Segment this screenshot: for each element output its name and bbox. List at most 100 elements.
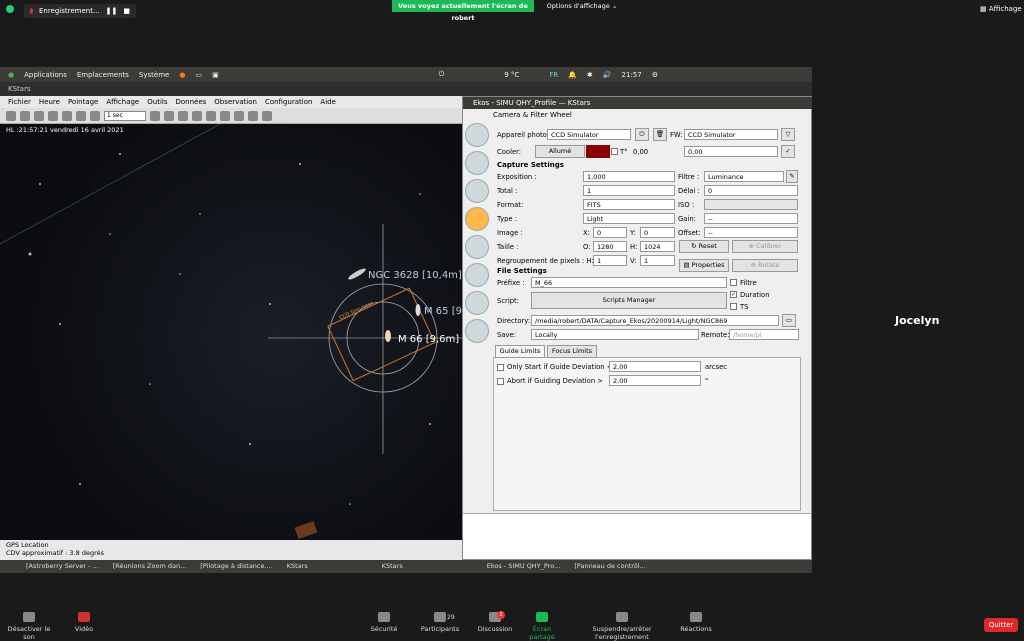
directory-input[interactable]: /media/robert/DATA/Capture_Ekos/20200914… xyxy=(531,315,779,326)
tools-icon[interactable] xyxy=(465,123,489,147)
tool-icon[interactable] xyxy=(234,110,244,121)
binning-v-input[interactable]: 1 xyxy=(640,255,675,266)
rewind-icon[interactable] xyxy=(62,110,72,121)
iso-select[interactable] xyxy=(704,199,798,210)
ts-checkbox[interactable] xyxy=(730,303,737,310)
offset-input[interactable]: -- xyxy=(704,227,798,238)
tool-icon[interactable] xyxy=(34,110,44,121)
camera-select[interactable]: CCD Simulator xyxy=(547,129,631,140)
menu-item[interactable]: Observation xyxy=(214,98,257,106)
remote-input[interactable]: /home/pi xyxy=(729,329,799,340)
menu-item[interactable]: Outils xyxy=(147,98,167,106)
align-icon[interactable] xyxy=(465,263,489,287)
taskbar-item[interactable]: [Astroberry Server - ... xyxy=(26,562,99,571)
tool-icon[interactable] xyxy=(220,110,230,121)
tab-guide-limits[interactable]: Guide Limits xyxy=(495,345,545,358)
lang-indicator[interactable]: FR xyxy=(549,71,558,79)
bell-icon[interactable]: 🔔 xyxy=(568,71,577,79)
mount-icon[interactable] xyxy=(465,179,489,203)
abort-guiding-checkbox[interactable] xyxy=(497,378,504,385)
forward-icon[interactable] xyxy=(90,110,100,121)
properties-button[interactable]: ▤ Properties xyxy=(679,259,729,272)
temp-checkbox[interactable] xyxy=(611,148,618,155)
stop-icon[interactable]: ■ xyxy=(123,7,130,15)
menu-applications[interactable]: Applications xyxy=(24,71,67,79)
files-icon[interactable]: ▭ xyxy=(195,71,202,79)
tool-icon[interactable] xyxy=(164,110,174,121)
taskbar-item[interactable]: [Panneau de contrôl... xyxy=(574,562,645,571)
menu-item[interactable]: Fichier xyxy=(8,98,31,106)
shield-icon[interactable] xyxy=(6,5,14,13)
prefix-input[interactable]: M_66 xyxy=(531,277,727,288)
tool-icon[interactable] xyxy=(6,110,16,121)
tool-icon[interactable] xyxy=(262,110,272,121)
recording-indicator[interactable]: Enregistrement... ❚❚ ■ xyxy=(24,4,136,18)
y-input[interactable]: 0 xyxy=(640,227,675,238)
focus-icon[interactable] xyxy=(465,235,489,259)
tool-icon[interactable] xyxy=(206,110,216,121)
tool-icon[interactable] xyxy=(192,110,202,121)
reset-button[interactable]: ↻ Reset xyxy=(679,240,729,253)
menu-system[interactable]: Système xyxy=(139,71,169,79)
apply-temp-button[interactable]: ✓ xyxy=(781,145,795,158)
object-label[interactable]: NGC 3628 [10,4m] xyxy=(368,270,462,281)
guide-icon[interactable] xyxy=(465,291,489,315)
firefox-icon[interactable]: ● xyxy=(179,71,185,79)
tool-icon[interactable] xyxy=(20,110,30,121)
guide-deviation-input[interactable]: 2,00 xyxy=(609,361,701,372)
tab-focus-limits[interactable]: Focus Limits xyxy=(547,345,597,358)
video-button[interactable]: Vidéo xyxy=(66,612,102,633)
menu-item[interactable]: Heure xyxy=(39,98,60,106)
taskbar-item[interactable]: Ekos - SIMU QHY_Pro... xyxy=(487,562,561,571)
rotate-button[interactable]: ⊕ Rotate xyxy=(732,259,798,272)
terminal-icon[interactable]: ▣ xyxy=(212,71,219,79)
trash-button[interactable]: 🗑 xyxy=(653,128,667,141)
ubuntu-icon[interactable]: ● xyxy=(8,71,14,79)
view-options-button[interactable]: Options d'affichage ⌄ xyxy=(545,0,619,12)
pause-icon[interactable]: ❚❚ xyxy=(106,7,118,15)
browse-folder-button[interactable]: ▭ xyxy=(782,314,796,327)
cooler-button[interactable]: Allumé xyxy=(535,145,585,158)
binning-h-input[interactable]: 1 xyxy=(593,255,627,266)
pause-icon[interactable] xyxy=(76,110,86,121)
filter-select[interactable]: Luminance xyxy=(704,171,784,182)
format-select[interactable]: FITS xyxy=(583,199,675,210)
device-icon[interactable] xyxy=(465,151,489,175)
type-select[interactable]: Light xyxy=(583,213,675,224)
time-step-input[interactable]: 1 sec xyxy=(104,110,146,121)
tool-icon[interactable] xyxy=(150,110,160,121)
filter-checkbox[interactable] xyxy=(730,279,737,286)
gear-icon[interactable]: ⚙ xyxy=(652,71,658,79)
menu-item[interactable]: Affichage xyxy=(106,98,139,106)
edit-filter-button[interactable]: ✎ xyxy=(786,170,798,183)
security-button[interactable]: Sécurité xyxy=(366,612,402,633)
discussion-button[interactable]: Discussion xyxy=(476,612,514,633)
clock[interactable]: 21:57 xyxy=(622,71,642,79)
menu-item[interactable]: Données xyxy=(175,98,206,106)
duration-checkbox[interactable]: ✓ xyxy=(730,291,737,298)
menu-item[interactable]: Pointage xyxy=(68,98,98,106)
object-label[interactable]: M 66 [9,6m] xyxy=(398,334,459,345)
participants-button[interactable]: Participants xyxy=(418,612,462,633)
x-input[interactable]: 0 xyxy=(593,227,627,238)
count-input[interactable]: 1 xyxy=(583,185,675,196)
delay-input[interactable]: 0 xyxy=(704,185,798,196)
menu-item[interactable]: Configuration xyxy=(265,98,312,106)
observatory-icon[interactable] xyxy=(465,319,489,343)
camera-icon[interactable] xyxy=(465,207,489,231)
fw-select[interactable]: CCD Simulator xyxy=(684,129,778,140)
taskbar-item[interactable]: KStars xyxy=(382,562,403,571)
filter-settings-button[interactable]: ▽ xyxy=(781,128,795,141)
gain-input[interactable]: -- xyxy=(704,213,798,224)
guide-deviation-checkbox[interactable] xyxy=(497,364,504,371)
height-input[interactable]: 1024 xyxy=(640,241,675,252)
app-launcher-icon[interactable]: ⏻ xyxy=(439,70,445,79)
menu-item[interactable]: Aide xyxy=(320,98,335,106)
menu-places[interactable]: Emplacements xyxy=(77,71,129,79)
object-label[interactable]: M 65 [9 xyxy=(424,306,462,317)
share-screen-button[interactable]: Écran partagé xyxy=(520,612,564,641)
exposure-input[interactable]: 1,000 xyxy=(583,171,675,182)
scripts-manager-button[interactable]: Scripts Manager xyxy=(531,292,727,309)
taskbar-item[interactable]: [Réunions Zoom dan... xyxy=(113,562,187,571)
power-button[interactable]: ⏻ xyxy=(635,128,649,141)
